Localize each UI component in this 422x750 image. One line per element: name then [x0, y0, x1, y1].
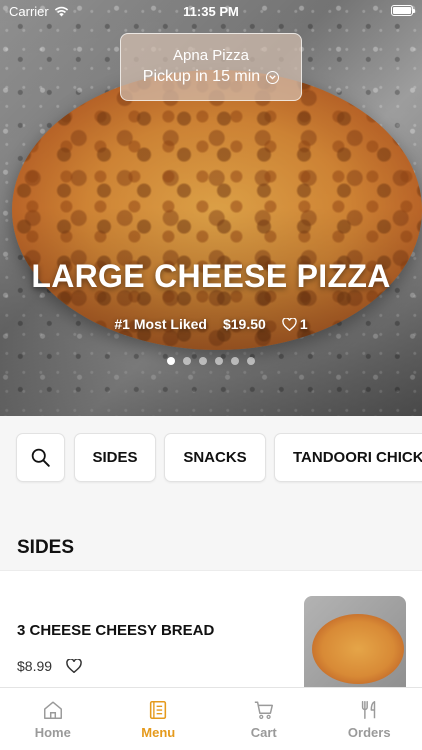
- category-bar: SIDES SNACKS TANDOORI CHICKEN: [0, 416, 422, 502]
- category-chip-snacks[interactable]: SNACKS: [164, 433, 266, 482]
- app-screen: Carrier 11:35 PM Apna Pizza Pickup in 15…: [0, 0, 422, 750]
- tab-home[interactable]: Home: [0, 688, 106, 750]
- fork-knife-icon: [362, 701, 376, 719]
- store-name: Apna Pizza: [173, 47, 249, 64]
- carousel-indicator[interactable]: [0, 357, 422, 365]
- hero-item-title: LARGE CHEESE PIZZA: [31, 258, 391, 294]
- heart-icon: [282, 317, 297, 331]
- chevron-down-icon: [266, 70, 280, 84]
- carousel-dot[interactable]: [247, 357, 255, 365]
- hero-item-meta: #1 Most Liked $19.50 1: [0, 316, 422, 332]
- hero-item-price: $19.50: [222, 316, 266, 332]
- carousel-dot[interactable]: [183, 357, 191, 365]
- category-chip-tandoori-chicken[interactable]: TANDOORI CHICKEN: [274, 433, 422, 482]
- carousel-dot[interactable]: [167, 357, 175, 365]
- tab-label-cart: Cart: [250, 725, 277, 740]
- menu-item-name: 3 CHEESE CHEESY BREAD: [17, 622, 215, 639]
- pickup-time-row: Pickup in 15 min: [121, 68, 301, 86]
- carousel-dot[interactable]: [215, 357, 223, 365]
- pickup-time-label: Pickup in 15 min: [142, 68, 261, 85]
- popularity-badge: #1 Most Liked: [114, 316, 207, 332]
- home-icon: [43, 701, 62, 719]
- status-bar: Carrier 11:35 PM: [0, 0, 422, 24]
- search-button[interactable]: [16, 433, 65, 482]
- like-control[interactable]: 1: [282, 316, 308, 332]
- tab-label-menu: Menu: [141, 725, 176, 740]
- search-icon: [31, 448, 50, 467]
- store-pickup-selector[interactable]: Apna Pizza Pickup in 15 min: [120, 33, 302, 101]
- heart-icon[interactable]: [66, 659, 82, 673]
- section-title: SIDES: [17, 537, 75, 558]
- menu-item-pizza-image: [312, 614, 404, 684]
- menu-book-icon: [150, 700, 167, 720]
- tab-cart[interactable]: Cart: [211, 688, 317, 750]
- hero-banner[interactable]: Carrier 11:35 PM Apna Pizza Pickup in 15…: [0, 0, 422, 416]
- tab-label-home: Home: [34, 725, 71, 740]
- menu-item-price: $8.99: [17, 658, 53, 674]
- status-time: 11:35 PM: [183, 4, 239, 19]
- cart-icon: [254, 701, 273, 719]
- menu-item-card[interactable]: 3 CHEESE CHEESY BREAD $8.99: [0, 570, 422, 700]
- tab-menu[interactable]: Menu: [106, 688, 212, 750]
- tab-orders[interactable]: Orders: [317, 688, 422, 750]
- menu-item-image: [304, 596, 406, 696]
- carousel-dot[interactable]: [231, 357, 239, 365]
- like-count: 1: [299, 316, 308, 332]
- bottom-tab-bar: Home Menu Cart Orders: [0, 687, 422, 750]
- battery-icon: [391, 5, 415, 16]
- category-chip-sides[interactable]: SIDES: [74, 433, 156, 482]
- tab-label-orders: Orders: [347, 725, 391, 740]
- carousel-dot[interactable]: [199, 357, 207, 365]
- menu-item-price-row: $8.99: [17, 658, 82, 674]
